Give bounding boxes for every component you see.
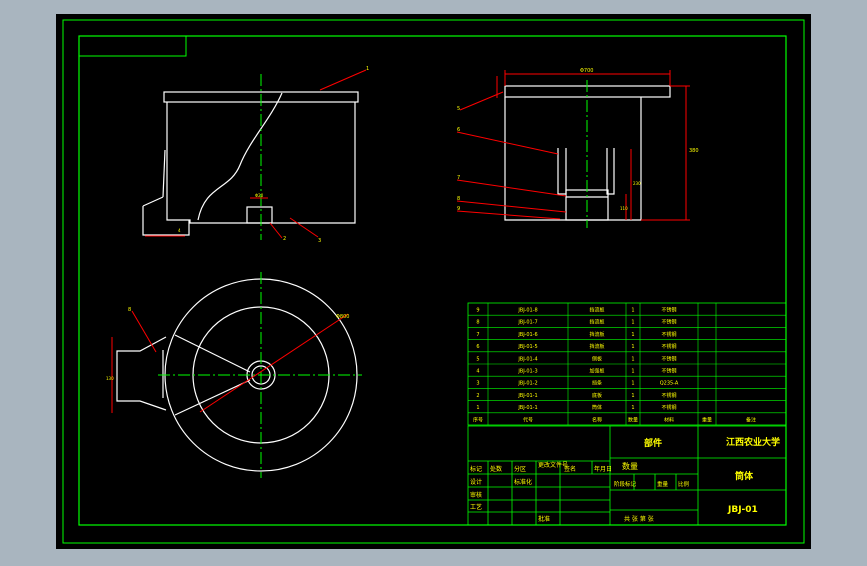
bom-cell-material: 不锈钢	[661, 392, 676, 399]
bom-cell-name: 筒体	[592, 404, 602, 411]
label-9: 9	[457, 206, 460, 212]
bom-cell-code: JBJ-01-1	[517, 405, 537, 411]
height-dim: 380	[689, 148, 699, 154]
bom-header-cell: 序号	[473, 416, 483, 423]
sheet-text: 共 张 第 张	[624, 515, 654, 523]
bom-cell-no: 1	[476, 405, 479, 411]
bom-cell-no: 2	[476, 393, 479, 399]
cad-viewport[interactable]: 1 2 3 Φ20 4 Φ700 380 230 110 5 6 7 8 9 Φ…	[0, 0, 867, 562]
bom-cell-material: 不锈钢	[661, 404, 676, 411]
bom-cell-material: 不锈钢	[661, 368, 676, 375]
plan-leader-label: 8	[128, 307, 131, 313]
bom-header-cell: 代号	[523, 416, 533, 423]
bom-cell-no: 5	[476, 356, 479, 362]
part-name: 筒体	[735, 470, 754, 482]
bom-cell-qty: 1	[631, 332, 634, 338]
bom-cell-no: 4	[476, 369, 479, 375]
title-row-label: 分区	[514, 465, 526, 473]
label-5: 5	[457, 106, 460, 112]
bom-cell-no: 6	[476, 344, 479, 350]
label-1: 1	[366, 66, 369, 72]
bom-cell-no: 9	[476, 308, 479, 314]
side-dim: 130	[106, 376, 114, 381]
bom-cell-material: 不锈钢	[661, 307, 676, 314]
bom-cell-qty: 1	[631, 344, 634, 350]
bom-cell-code: JBJ-01-8	[517, 308, 537, 314]
bom-cell-code: JBJ-01-7	[517, 320, 537, 326]
title-row-label: 处数	[490, 465, 502, 473]
bom-header-cell: 备注	[746, 416, 756, 423]
label-2: 2	[283, 236, 286, 242]
category-label: 部件	[644, 437, 662, 449]
title-row-label: 批准	[538, 515, 550, 523]
bom-cell-qty: 1	[631, 393, 634, 399]
bom-cell-qty: 1	[631, 381, 634, 387]
label-7: 7	[457, 175, 460, 181]
bom-cell-no: 7	[476, 332, 479, 338]
bom-header-cell: 重量	[702, 416, 712, 423]
bom-header-cell: 数量	[628, 416, 638, 423]
label-8: 8	[457, 196, 460, 202]
bom-cell-name: 挡流板	[589, 307, 604, 314]
stage-label: 重量	[657, 480, 669, 488]
bom-cell-code: JBJ-01-3	[517, 369, 537, 375]
title-row-label: 标记	[470, 465, 482, 473]
bom-cell-code: JBJ-01-2	[517, 381, 537, 387]
bom-cell-qty: 1	[631, 369, 634, 375]
bom-cell-code: JBJ-01-6	[517, 332, 537, 338]
slot-height2-dim: 230	[633, 181, 641, 186]
title-row-label: 签名	[564, 465, 576, 473]
title-row-label: 设计	[470, 478, 482, 486]
bom-cell-name: 侧板	[592, 355, 602, 362]
quantity-label: 数量	[622, 461, 638, 471]
bom-cell-qty: 1	[631, 308, 634, 314]
title-row-label: 工艺	[470, 503, 482, 511]
bom-cell-material: 不锈钢	[661, 343, 676, 350]
bom-cell-code: JBJ-01-5	[517, 344, 537, 350]
title-row-label: 年月日	[594, 465, 612, 473]
bom-cell-material: 不锈钢	[661, 331, 676, 338]
bom-cell-name: 挡流板	[589, 319, 604, 326]
bom-cell-material: 不锈钢	[661, 355, 676, 362]
top-width-dim: Φ700	[580, 68, 593, 74]
slot-width-dim: Φ20	[255, 193, 264, 198]
bom-cell-name: 底板	[592, 392, 602, 399]
label-3: 3	[318, 238, 321, 244]
bom-cell-code: JBJ-01-1	[517, 393, 537, 399]
bom-cell-name: 挡流板	[589, 331, 604, 338]
bom-cell-qty: 1	[631, 320, 634, 326]
stage-label: 阶段标记	[614, 480, 637, 488]
bom-cell-qty: 1	[631, 405, 634, 411]
title-row-label: 审核	[470, 491, 482, 499]
bom-cell-qty: 1	[631, 356, 634, 362]
bom-cell-no: 8	[476, 320, 479, 326]
label-6: 6	[457, 127, 460, 133]
slot-height-dim: 110	[620, 206, 628, 211]
bom-cell-no: 3	[476, 381, 479, 387]
bom-cell-material: Q235-A	[660, 381, 679, 387]
stage-label: 比例	[678, 480, 690, 488]
cad-drawing: 1 2 3 Φ20 4 Φ700 380 230 110 5 6 7 8 9 Φ…	[56, 14, 811, 549]
bom-cell-name: 挡流板	[589, 343, 604, 350]
bom-cell-material: 不锈钢	[661, 319, 676, 326]
bom-cell-name: 挡条	[592, 380, 602, 387]
school-name: 江西农业大学	[726, 436, 780, 448]
title-row-label: 标准化	[514, 478, 532, 486]
plan-diameter-dim: Φ800	[336, 314, 349, 320]
bom-header-cell: 材料	[664, 416, 674, 423]
bom-cell-code: JBJ-01-4	[517, 356, 537, 362]
bom-cell-name: 加强板	[589, 368, 604, 375]
bom-header-cell: 名称	[592, 416, 602, 423]
drawing-number: JBJ-01	[727, 505, 758, 515]
